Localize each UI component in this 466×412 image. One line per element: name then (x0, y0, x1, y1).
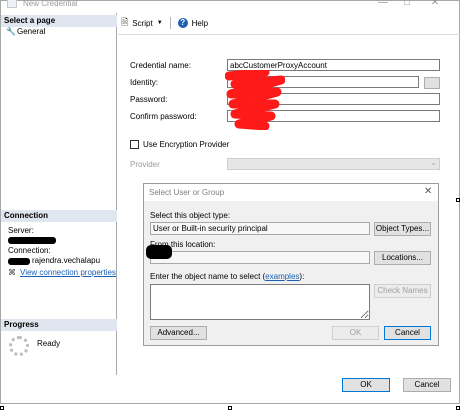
maximize-icon[interactable]: □ (397, 0, 417, 11)
resize-handle-bottom-left[interactable] (0, 406, 4, 410)
dialog-close-icon[interactable]: ✕ (424, 186, 432, 197)
credential-name-label: Credential name: (130, 61, 191, 70)
cancel-button[interactable]: Cancel (403, 378, 451, 392)
help-button[interactable]: Help (192, 19, 208, 28)
toolbar-divider (118, 34, 460, 35)
chevron-down-icon: ⌄ (430, 158, 437, 167)
resize-handle-corner[interactable] (456, 406, 460, 410)
dialog-title-bar: Select User or Group ✕ (144, 184, 438, 201)
connection-user: rajendra.vechalapu (32, 256, 101, 265)
dialog-title: Select User or Group (149, 188, 225, 197)
connection-properties-icon: ⌘ (8, 268, 16, 277)
wrench-icon: 🔧 (6, 26, 16, 36)
window-title: New Credential (23, 0, 78, 8)
resize-handle-right[interactable] (456, 198, 460, 202)
progress-row: Ready (9, 336, 60, 356)
connection-header: Connection (1, 210, 117, 222)
title-bar: New Credential — □ ✕ (1, 0, 459, 13)
left-pane: Select a page 🔧 General Connection Serve… (1, 13, 117, 375)
encryption-checkbox[interactable] (130, 140, 139, 149)
ok-button[interactable]: OK (342, 378, 390, 392)
close-icon[interactable]: ✕ (425, 0, 445, 11)
connection-label: Connection: (8, 246, 51, 255)
identity-browse-button[interactable] (424, 77, 440, 89)
user-redaction (8, 257, 30, 265)
toolbar: 🗎 Script ▼ ? Help (121, 16, 208, 30)
location-field (150, 251, 370, 264)
select-page-header: Select a page (1, 15, 117, 27)
progress-header: Progress (1, 319, 117, 331)
provider-label: Provider (130, 160, 160, 169)
script-icon: 🗎 (121, 17, 129, 27)
dialog-cancel-button[interactable]: Cancel (384, 326, 431, 340)
connection-info: Server: Connection: rajendra.vechalapu ⌘… (8, 226, 116, 277)
resize-handle-bottom[interactable] (228, 406, 232, 410)
check-names-button[interactable]: Check Names (374, 284, 431, 298)
toolbar-separator (169, 17, 171, 29)
page-item-label: General (17, 27, 46, 36)
view-connection-properties-link[interactable]: View connection properties (20, 268, 116, 277)
dialog-ok-button[interactable]: OK (332, 326, 379, 340)
select-user-dialog: Select User or Group ✕ Select this objec… (143, 183, 439, 346)
identity-label: Identity: (130, 78, 159, 87)
red-redaction-scribble (225, 70, 285, 130)
app-icon (7, 0, 17, 8)
minimize-icon[interactable]: — (373, 0, 393, 11)
new-credential-window: New Credential — □ ✕ Select a page 🔧 Gen… (0, 0, 460, 404)
enter-name-label: Enter the object name to select (example… (150, 272, 305, 281)
object-name-textarea[interactable] (150, 284, 370, 320)
locations-button[interactable]: Locations... (374, 251, 431, 265)
location-redaction (146, 245, 172, 259)
help-icon: ? (177, 18, 188, 28)
object-types-button[interactable]: Object Types... (374, 222, 431, 236)
server-label: Server: (8, 226, 34, 235)
object-type-field: User or Built-in security principal (150, 222, 370, 235)
server-redaction (8, 237, 56, 244)
advanced-button[interactable]: Advanced... (150, 326, 207, 340)
examples-link[interactable]: examples (265, 272, 299, 281)
encryption-label: Use Encryption Provider (143, 140, 230, 149)
progress-spinner-icon (9, 336, 29, 356)
object-type-label: Select this object type: (150, 211, 231, 220)
provider-select[interactable]: ⌄ (227, 158, 440, 170)
progress-status: Ready (37, 338, 61, 348)
script-button[interactable]: Script (132, 19, 152, 28)
confirm-password-label: Confirm password: (130, 112, 197, 121)
connection-user-row: rajendra.vechalapu (8, 256, 116, 266)
view-props-row[interactable]: ⌘ View connection properties (8, 268, 116, 277)
script-dropdown-icon[interactable]: ▼ (157, 20, 163, 26)
page-item-general[interactable]: 🔧 General (6, 27, 45, 36)
password-label: Password: (130, 95, 168, 104)
